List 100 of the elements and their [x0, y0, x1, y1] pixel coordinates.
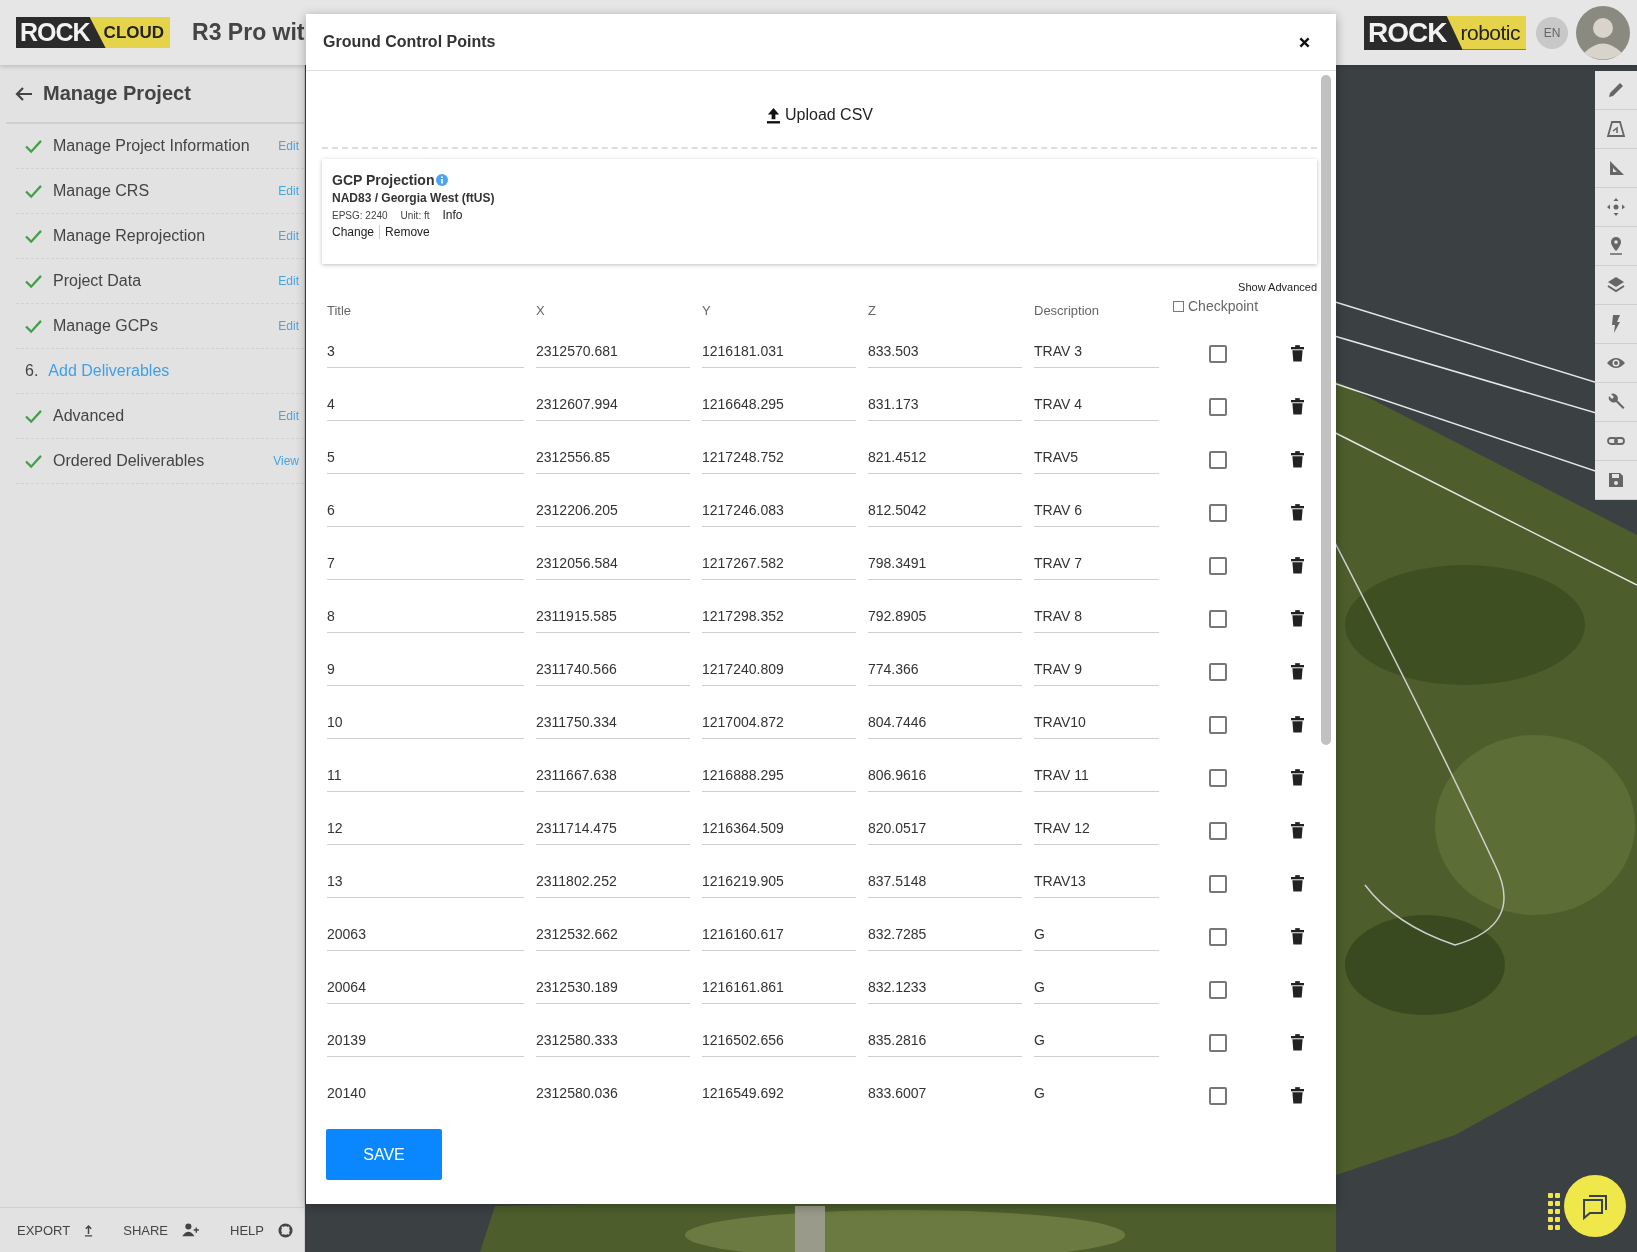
y-field[interactable]: 1217246.083 [702, 493, 856, 527]
title-field[interactable]: 20064 [327, 970, 524, 1004]
y-field[interactable]: 1217267.582 [702, 546, 856, 580]
y-field[interactable]: 1216888.295 [702, 758, 856, 792]
x-field[interactable]: 2312580.036 [536, 1076, 690, 1105]
back-arrow-icon[interactable] [15, 85, 33, 102]
y-field[interactable]: 1217298.352 [702, 599, 856, 633]
description-field[interactable]: TRAV 7 [1034, 546, 1159, 580]
title-field[interactable]: 6 [327, 493, 524, 527]
y-field[interactable]: 1216161.861 [702, 970, 856, 1004]
x-field[interactable]: 2312580.333 [536, 1023, 690, 1057]
checkpoint-checkbox[interactable] [1209, 610, 1227, 628]
delete-icon[interactable] [1290, 769, 1304, 786]
delete-icon[interactable] [1290, 875, 1304, 892]
z-field[interactable]: 820.0517 [868, 811, 1022, 845]
footer-button[interactable]: SHARE [123, 1222, 200, 1238]
z-field[interactable]: 806.9616 [868, 758, 1022, 792]
y-field[interactable]: 1216219.905 [702, 864, 856, 898]
description-field[interactable]: G [1034, 1023, 1159, 1057]
checkpoint-checkbox[interactable] [1209, 1087, 1227, 1105]
delete-icon[interactable] [1290, 398, 1304, 415]
y-field[interactable]: 1217004.872 [702, 705, 856, 739]
checkpoint-checkbox[interactable] [1209, 769, 1227, 787]
z-field[interactable]: 832.7285 [868, 917, 1022, 951]
title-field[interactable]: 20063 [327, 917, 524, 951]
title-field[interactable]: 3 [327, 334, 524, 368]
x-field[interactable]: 2312532.662 [536, 917, 690, 951]
description-field[interactable]: TRAV 8 [1034, 599, 1159, 633]
checkpoint-checkbox[interactable] [1209, 1034, 1227, 1052]
description-field[interactable]: TRAV13 [1034, 864, 1159, 898]
y-field[interactable]: 1216160.617 [702, 917, 856, 951]
checkpoint-checkbox[interactable] [1209, 345, 1227, 363]
z-field[interactable]: 833.6007 [868, 1076, 1022, 1105]
title-field[interactable]: 8 [327, 599, 524, 633]
z-field[interactable]: 798.3491 [868, 546, 1022, 580]
description-field[interactable]: G [1034, 1076, 1159, 1105]
delete-icon[interactable] [1290, 1087, 1304, 1104]
x-field[interactable]: 2311714.475 [536, 811, 690, 845]
y-field[interactable]: 1216648.295 [702, 387, 856, 421]
z-field[interactable]: 831.173 [868, 387, 1022, 421]
title-field[interactable]: 4 [327, 387, 524, 421]
description-field[interactable]: TRAV5 [1034, 440, 1159, 474]
checkpoint-checkbox[interactable] [1209, 716, 1227, 734]
save-button[interactable]: SAVE [326, 1129, 442, 1180]
z-field[interactable]: 804.7446 [868, 705, 1022, 739]
y-field[interactable]: 1216549.692 [702, 1076, 856, 1105]
y-field[interactable]: 1216502.656 [702, 1023, 856, 1057]
z-field[interactable]: 832.1233 [868, 970, 1022, 1004]
checkbox[interactable] [1173, 300, 1184, 312]
checkpoint-checkbox[interactable] [1209, 981, 1227, 999]
avatar-icon[interactable] [1576, 5, 1630, 60]
title-field[interactable]: 20140 [327, 1076, 524, 1105]
description-field[interactable]: G [1034, 917, 1159, 951]
checkpoint-checkbox[interactable] [1209, 663, 1227, 681]
title-field[interactable]: 7 [327, 546, 524, 580]
z-field[interactable]: 833.503 [868, 334, 1022, 368]
delete-icon[interactable] [1290, 557, 1304, 574]
checkpoint-checkbox[interactable] [1209, 557, 1227, 575]
projection-action-link[interactable]: Change [332, 225, 375, 239]
x-field[interactable]: 2311802.252 [536, 864, 690, 898]
title-field[interactable]: 13 [327, 864, 524, 898]
delete-icon[interactable] [1290, 663, 1304, 680]
x-field[interactable]: 2311667.638 [536, 758, 690, 792]
checkpoint-checkbox[interactable] [1209, 875, 1227, 893]
description-field[interactable]: TRAV 12 [1034, 811, 1159, 845]
checkpoint-checkbox[interactable] [1209, 504, 1227, 522]
x-field[interactable]: 2311915.585 [536, 599, 690, 633]
x-field[interactable]: 2311740.566 [536, 652, 690, 686]
delete-icon[interactable] [1290, 822, 1304, 839]
z-field[interactable]: 812.5042 [868, 493, 1022, 527]
description-field[interactable]: TRAV10 [1034, 705, 1159, 739]
description-field[interactable]: TRAV 9 [1034, 652, 1159, 686]
checkpoint-checkbox[interactable] [1209, 928, 1227, 946]
checkpoint-checkbox[interactable] [1209, 451, 1227, 469]
y-field[interactable]: 1216181.031 [702, 334, 856, 368]
x-field[interactable]: 2312556.85 [536, 440, 690, 474]
x-field[interactable]: 2312056.584 [536, 546, 690, 580]
delete-icon[interactable] [1290, 981, 1304, 998]
title-field[interactable]: 9 [327, 652, 524, 686]
title-field[interactable]: 10 [327, 705, 524, 739]
info-link[interactable]: Info [442, 208, 463, 222]
info-icon[interactable] [436, 174, 449, 186]
footer-button[interactable]: EXPORT [17, 1222, 94, 1238]
show-advanced-link[interactable]: Show Advanced [1238, 281, 1317, 293]
description-field[interactable]: TRAV 4 [1034, 387, 1159, 421]
delete-icon[interactable] [1290, 504, 1304, 521]
z-field[interactable]: 835.2816 [868, 1023, 1022, 1057]
delete-icon[interactable] [1290, 928, 1304, 945]
title-field[interactable]: 20139 [327, 1023, 524, 1057]
x-field[interactable]: 2312607.994 [536, 387, 690, 421]
z-field[interactable]: 837.5148 [868, 864, 1022, 898]
delete-icon[interactable] [1290, 610, 1304, 627]
checkpoint-checkbox[interactable] [1209, 822, 1227, 840]
description-field[interactable]: G [1034, 970, 1159, 1004]
close-icon[interactable] [1299, 36, 1310, 48]
grip-icon[interactable] [1548, 1193, 1560, 1231]
delete-icon[interactable] [1290, 345, 1304, 362]
logo[interactable]: ROCK CLOUD [16, 17, 171, 48]
upload-csv-button[interactable]: Upload CSV [765, 106, 873, 124]
description-field[interactable]: TRAV 11 [1034, 758, 1159, 792]
